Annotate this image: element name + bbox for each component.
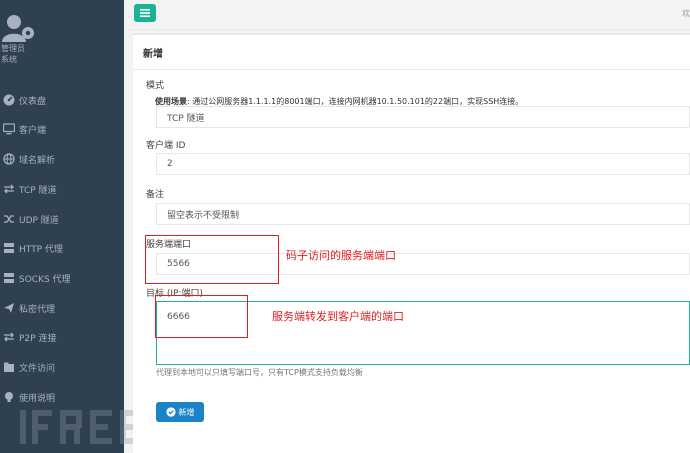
sidebar-item-label: 仪表盘: [19, 96, 47, 107]
sidebar-item-domain[interactable]: 域名解析: [0, 148, 124, 170]
panel-divider: [133, 69, 690, 70]
server-port-annotation: 码子访问的服务端端口: [286, 249, 396, 262]
sidebar-item-label: 文件访问: [19, 363, 56, 374]
menu-toggle-button[interactable]: [134, 4, 156, 22]
remark-label: 备注: [146, 190, 165, 200]
sidebar-item-clients[interactable]: 客户端: [0, 118, 124, 140]
user-role: 管理员: [1, 44, 25, 53]
target-annotation: 服务端转发到客户端的端口: [272, 310, 404, 323]
user-cog-icon: [2, 15, 34, 42]
target-highlight-box: [155, 295, 248, 338]
welcome-text: 欢: [682, 9, 690, 18]
globe-icon: [3, 153, 15, 165]
usage-hint-text: : 通过公网服务器1.1.1.1的8001端口，连接内网机器10.1.50.10…: [187, 97, 524, 106]
sidebar-item-p2p[interactable]: P2P 连接: [0, 326, 124, 348]
page-title: 新增: [143, 49, 163, 60]
sidebar: 管理员 系统 仪表盘 客户端 域名解析 TCP 隧道 UDP 隧道 HTTP 代…: [0, 0, 202, 453]
exchange-icon: [4, 184, 14, 194]
sidebar-item-files[interactable]: 文件访问: [0, 356, 124, 378]
dashboard-icon: [3, 94, 15, 106]
sidebar-item-socks[interactable]: SOCKS 代理: [0, 267, 124, 289]
client-id-value: 2: [167, 159, 173, 169]
mode-select[interactable]: TCP 隧道: [156, 106, 690, 128]
sidebar-item-label: 使用说明: [19, 393, 56, 404]
client-id-label: 客户端 ID: [146, 141, 186, 151]
sidebar-item-label: UDP 隧道: [19, 215, 59, 226]
system-label: 系统: [1, 55, 17, 64]
lightbulb-icon: [5, 392, 13, 402]
server-port-highlight-box: [145, 235, 279, 284]
sidebar-item-label: 私密代理: [19, 304, 56, 315]
check-circle-icon: [165, 407, 176, 417]
file-icon: [4, 362, 14, 372]
hamburger-icon: [140, 9, 150, 17]
sidebar-item-label: HTTP 代理: [19, 244, 63, 255]
usage-hint-label: 使用场景: [155, 97, 187, 106]
sidebar-item-tcp[interactable]: TCP 隧道: [0, 178, 124, 200]
sidebar-item-label: 客户端: [19, 125, 47, 136]
sidebar-item-dashboard[interactable]: 仪表盘: [0, 89, 124, 111]
remark-placeholder: 留空表示不受限制: [167, 210, 240, 221]
mode-label: 模式: [146, 81, 165, 91]
sidebar-item-help[interactable]: 使用说明: [0, 386, 124, 408]
top-bar: 欢: [124, 0, 690, 30]
add-button-label: 新增: [178, 407, 195, 417]
target-help-text: 代理到本地可以只填写端口号，只有TCP模式支持负载均衡: [156, 368, 363, 377]
sidebar-item-label: P2P 连接: [19, 333, 57, 344]
desktop-icon: [3, 123, 15, 135]
sidebar-item-label: TCP 隧道: [19, 185, 57, 196]
sidebar-item-label: 域名解析: [19, 155, 56, 166]
sidebar-item-private-proxy[interactable]: 私密代理: [0, 297, 124, 319]
client-id-input[interactable]: 2: [156, 153, 690, 175]
profile: 管理员 系统: [0, 0, 124, 80]
exchange-icon: [4, 332, 14, 342]
server-icon: [4, 243, 14, 253]
server-icon: [4, 273, 14, 283]
shuffle-icon: [4, 215, 14, 223]
mode-select-value: TCP 隧道: [167, 113, 205, 124]
sidebar-item-label: SOCKS 代理: [19, 274, 71, 285]
plane-icon: [4, 303, 14, 313]
sidebar-item-udp[interactable]: UDP 隧道: [0, 208, 124, 230]
remark-input[interactable]: 留空表示不受限制: [156, 203, 690, 225]
sidebar-item-http[interactable]: HTTP 代理: [0, 237, 124, 259]
add-button[interactable]: 新增: [156, 402, 204, 422]
